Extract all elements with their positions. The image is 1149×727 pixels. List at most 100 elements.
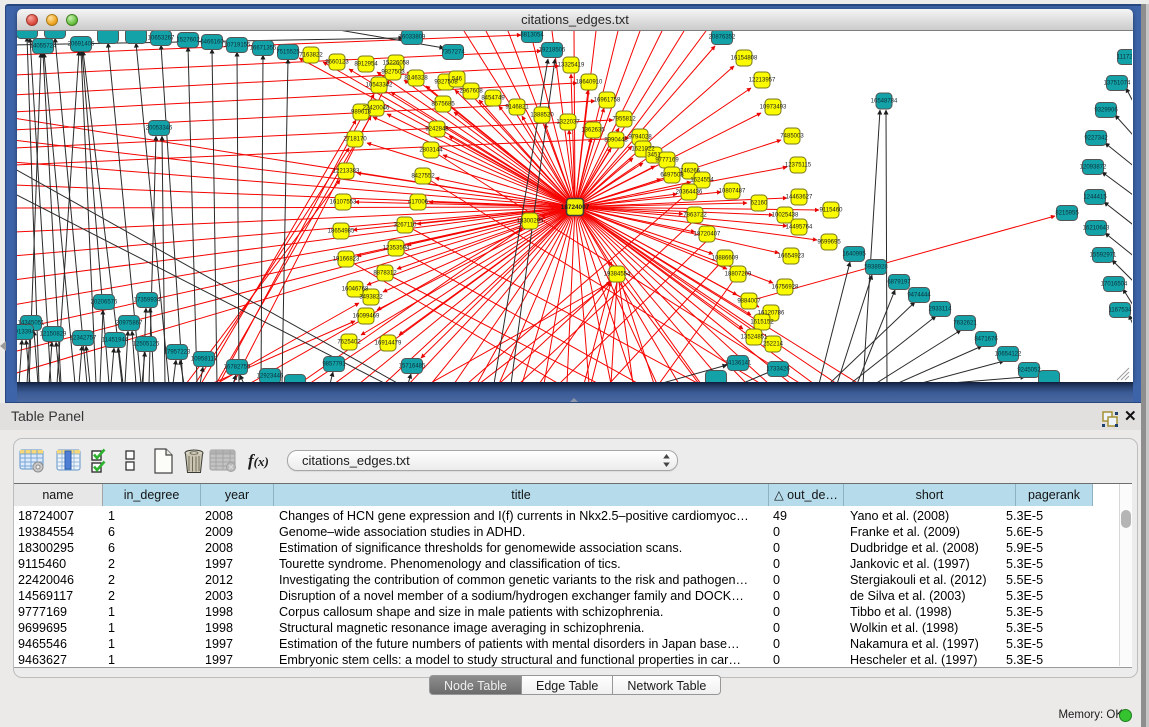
svg-text:12353594: 12353594 bbox=[383, 246, 410, 252]
svg-text:5938928: 5938928 bbox=[864, 265, 888, 271]
svg-text:9699695: 9699695 bbox=[817, 240, 841, 246]
svg-text:9777169: 9777169 bbox=[655, 158, 679, 164]
svg-text:8675685: 8675685 bbox=[431, 102, 455, 108]
svg-text:2718170: 2718170 bbox=[343, 137, 367, 143]
svg-text:12342757: 12342757 bbox=[70, 336, 97, 342]
svg-text:12213383: 12213383 bbox=[333, 169, 360, 175]
svg-text:62160: 62160 bbox=[751, 201, 768, 207]
svg-text:1167534: 1167534 bbox=[1109, 308, 1132, 314]
svg-text:8878312: 8878312 bbox=[373, 271, 397, 277]
svg-text:8660123: 8660123 bbox=[325, 60, 349, 66]
svg-text:16914479: 16914479 bbox=[375, 341, 402, 347]
svg-text:10654122: 10654122 bbox=[995, 352, 1022, 358]
svg-text:14463627: 14463627 bbox=[786, 195, 813, 201]
svg-text:19166823: 19166823 bbox=[333, 257, 360, 263]
svg-text:16782759: 16782759 bbox=[224, 365, 251, 371]
svg-text:6879197: 6879197 bbox=[887, 280, 911, 286]
svg-text:16756928: 16756928 bbox=[772, 285, 799, 291]
svg-text:252214: 252214 bbox=[763, 342, 784, 348]
svg-text:10719155: 10719155 bbox=[224, 43, 251, 49]
svg-text:12923446: 12923446 bbox=[257, 374, 284, 380]
svg-text:20053346: 20053346 bbox=[146, 126, 173, 132]
svg-text:17359934: 17359934 bbox=[134, 298, 161, 304]
svg-text:9329906: 9329906 bbox=[1094, 108, 1118, 114]
svg-text:9884007: 9884007 bbox=[737, 299, 761, 305]
svg-text:20876352: 20876352 bbox=[709, 35, 736, 41]
svg-text:989618: 989618 bbox=[351, 110, 372, 116]
svg-text:16046768: 16046768 bbox=[342, 287, 369, 293]
svg-text:9857791: 9857791 bbox=[322, 362, 346, 368]
svg-text:12150829: 12150829 bbox=[40, 332, 67, 338]
svg-text:8990443: 8990443 bbox=[604, 138, 628, 144]
svg-text:417006: 417006 bbox=[408, 200, 429, 206]
svg-text:12093872: 12093872 bbox=[1080, 165, 1107, 171]
svg-text:20691406: 20691406 bbox=[68, 42, 95, 48]
svg-text:9115460: 9115460 bbox=[820, 208, 844, 214]
svg-text:16033809: 16033809 bbox=[399, 35, 426, 41]
svg-text:546: 546 bbox=[452, 77, 463, 83]
svg-text:746266: 746266 bbox=[680, 169, 701, 175]
svg-text:13751074: 13751074 bbox=[1104, 81, 1131, 87]
svg-text:18640910: 18640910 bbox=[576, 80, 603, 86]
svg-text:3913394: 3913394 bbox=[17, 330, 35, 336]
svg-text:1624554: 1624554 bbox=[690, 178, 714, 184]
svg-text:3267110: 3267110 bbox=[394, 223, 418, 229]
svg-text:10886609: 10886609 bbox=[712, 256, 739, 262]
svg-text:8471676: 8471676 bbox=[974, 337, 998, 343]
svg-text:1117264: 1117264 bbox=[1117, 55, 1132, 61]
svg-text:8454749: 8454749 bbox=[481, 96, 505, 102]
svg-text:3493822: 3493822 bbox=[359, 295, 383, 301]
svg-text:9245052: 9245052 bbox=[1017, 368, 1041, 374]
svg-text:7515525: 7515525 bbox=[276, 50, 300, 56]
svg-text:20206576: 20206576 bbox=[91, 300, 118, 306]
svg-text:2803144: 2803144 bbox=[419, 148, 443, 154]
svg-text:10973493: 10973493 bbox=[760, 105, 787, 111]
svg-text:18654985: 18654985 bbox=[328, 229, 355, 235]
svg-text:19218506: 19218506 bbox=[539, 48, 566, 54]
svg-text:10807487: 10807487 bbox=[719, 189, 746, 195]
svg-text:1244415: 1244415 bbox=[1083, 195, 1107, 201]
svg-text:18720407: 18720407 bbox=[694, 232, 721, 238]
svg-text:12375115: 12375115 bbox=[785, 163, 812, 169]
svg-text:8146328: 8146328 bbox=[404, 76, 428, 82]
svg-text:9146821: 9146821 bbox=[505, 105, 529, 111]
svg-text:7163822: 7163822 bbox=[299, 53, 323, 59]
svg-text:16548784: 16548784 bbox=[871, 99, 898, 105]
svg-text:1527602: 1527602 bbox=[176, 38, 200, 44]
svg-text:12505125: 12505125 bbox=[133, 342, 160, 348]
svg-text:16671355: 16671355 bbox=[250, 46, 277, 52]
svg-text:15716485: 15716485 bbox=[399, 364, 426, 370]
svg-text:16099469: 16099469 bbox=[353, 314, 380, 320]
svg-text:16961758: 16961758 bbox=[594, 98, 621, 104]
svg-text:18724007: 18724007 bbox=[561, 204, 590, 211]
svg-text:20975867: 20975867 bbox=[116, 321, 143, 327]
svg-text:8427552: 8427552 bbox=[411, 174, 435, 180]
svg-text:17016504: 17016504 bbox=[1101, 282, 1128, 288]
svg-text:9827503: 9827503 bbox=[381, 70, 405, 76]
svg-text:16120786: 16120786 bbox=[758, 311, 785, 317]
svg-text:7625402: 7625402 bbox=[337, 340, 361, 346]
svg-text:2967608: 2967608 bbox=[459, 89, 483, 95]
svg-text:9227342: 9227342 bbox=[1084, 136, 1108, 142]
svg-text:1640995: 1640995 bbox=[842, 252, 866, 258]
svg-text:17957223: 17957223 bbox=[164, 350, 191, 356]
svg-text:19384554: 19384554 bbox=[604, 272, 631, 278]
svg-text:7357274: 7357274 bbox=[441, 50, 465, 56]
svg-text:7632621: 7632621 bbox=[953, 321, 977, 327]
svg-text:1388520: 1388520 bbox=[530, 113, 554, 119]
svg-text:9474444: 9474444 bbox=[907, 293, 931, 299]
svg-text:10958117: 10958117 bbox=[191, 357, 218, 363]
svg-text:14136141: 14136141 bbox=[725, 361, 752, 367]
svg-text:14345051: 14345051 bbox=[18, 321, 45, 327]
svg-text:13325419: 13325419 bbox=[558, 63, 585, 69]
svg-text:12213957: 12213957 bbox=[749, 78, 776, 84]
svg-text:1322037: 1322037 bbox=[556, 120, 580, 126]
svg-text:2933114: 2933114 bbox=[929, 307, 953, 313]
svg-text:8813054: 8813054 bbox=[520, 33, 544, 39]
svg-text:1615152: 1615152 bbox=[750, 320, 774, 326]
svg-text:7863722: 7863722 bbox=[683, 213, 707, 219]
svg-text:10543342: 10543342 bbox=[366, 83, 393, 89]
svg-text:16654923: 16654923 bbox=[778, 254, 805, 260]
svg-text:15592971: 15592971 bbox=[1090, 253, 1117, 259]
svg-text:18300295: 18300295 bbox=[517, 219, 544, 225]
